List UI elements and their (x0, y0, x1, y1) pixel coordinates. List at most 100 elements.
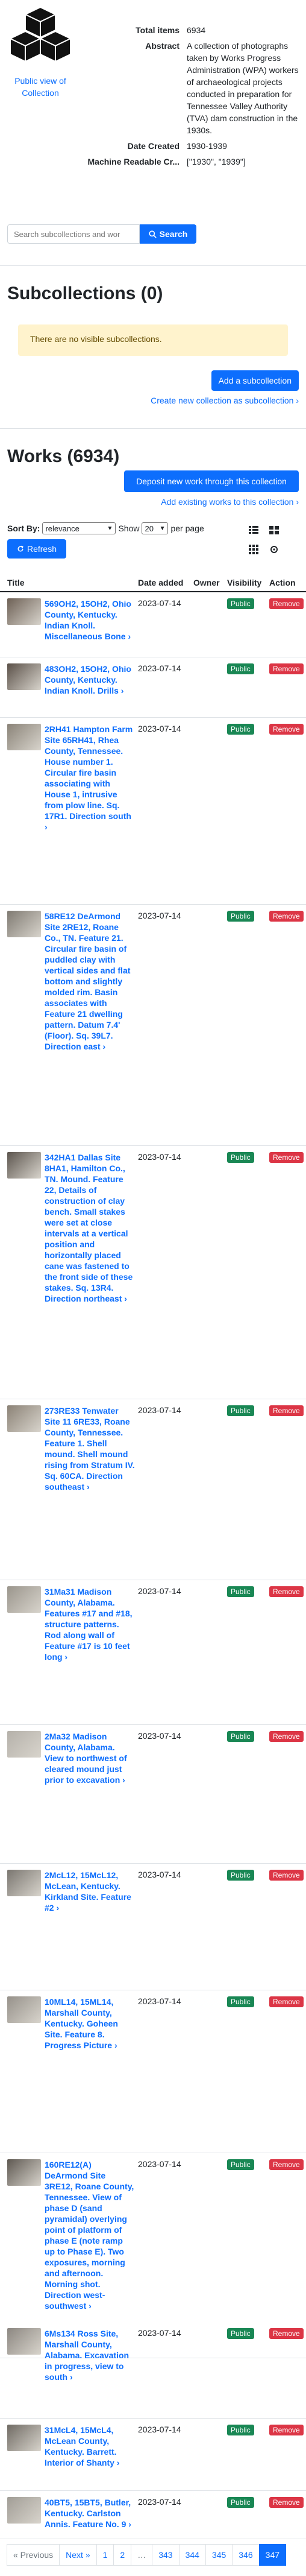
row-title-cell: 483OH2, 15OH2, Ohio County, Kentucky. In… (0, 657, 136, 717)
remove-button[interactable]: Remove (269, 2425, 304, 2435)
remove-button[interactable]: Remove (269, 1405, 304, 1416)
remove-button[interactable]: Remove (269, 1731, 304, 1742)
remove-button[interactable]: Remove (269, 663, 304, 674)
thumbnail-image[interactable] (7, 724, 41, 750)
remove-button[interactable]: Remove (269, 598, 304, 609)
action-cell: Remove (267, 2491, 306, 2539)
collection-metadata: Total items 6934 Abstract A collection o… (78, 24, 301, 171)
thumbnail-image[interactable] (7, 2159, 41, 2186)
action-cell: Remove (267, 2322, 306, 2418)
page-link[interactable]: 2 (113, 2544, 132, 2566)
table-row: 31Ma31 Madison County, Alabama. Features… (0, 1580, 306, 1725)
owner-cell (191, 1399, 225, 1580)
add-subcollection-button[interactable]: Add a subcollection (211, 370, 299, 391)
action-cell: Remove (267, 657, 306, 717)
work-title-link[interactable]: 273RE33 Tenwater Site 11 6RE33, Roane Co… (45, 1405, 135, 1580)
gallery-view-toggle[interactable] (265, 522, 283, 538)
table-row: 2RH41 Hampton Farm Site 65RH41, Rhea Cou… (0, 718, 306, 905)
add-existing-works-link[interactable]: Add existing works to this collection › (161, 497, 299, 507)
work-title-link[interactable]: 58RE12 DeArmond Site 2RE12, Roane Co., T… (45, 911, 135, 1145)
next-page-link[interactable]: Next » (59, 2544, 97, 2566)
public-view-link[interactable]: Public view of Collection (7, 75, 73, 99)
settings-toggle[interactable] (265, 542, 283, 557)
status-badge: Public (227, 1586, 254, 1597)
thumbnail-image[interactable] (7, 1586, 41, 1613)
work-title-link[interactable]: 6Ms134 Ross Site, Marshall County, Alaba… (45, 2328, 135, 2418)
date-added: 2023-07-14 (138, 1405, 181, 1415)
refresh-button[interactable]: Refresh (7, 539, 66, 559)
row-title-cell: 58RE12 DeArmond Site 2RE12, Roane Co., T… (0, 905, 136, 1145)
remove-button[interactable]: Remove (269, 2159, 304, 2170)
thumbnail-image[interactable] (7, 663, 41, 690)
remove-button[interactable]: Remove (269, 1586, 304, 1597)
page-link[interactable]: 346 (232, 2544, 260, 2566)
list-view-toggle[interactable] (245, 522, 263, 538)
date-added: 2023-07-14 (138, 2425, 181, 2434)
column-title[interactable]: Title (0, 578, 136, 587)
thumbnail-image[interactable] (7, 1405, 41, 1432)
search-icon (149, 230, 157, 238)
thumbnail-image[interactable] (7, 1996, 41, 2023)
remove-button[interactable]: Remove (269, 1870, 304, 1881)
visibility-cell: Public (225, 2419, 267, 2490)
per-page-select[interactable]: 20 ▼ (142, 522, 169, 534)
subcollections-heading: Subcollections (0) (7, 283, 163, 303)
status-badge: Public (227, 2425, 254, 2435)
table-row: 569OH2, 15OH2, Ohio County, Kentucky. In… (0, 592, 306, 657)
work-title-link[interactable]: 31Ma31 Madison County, Alabama. Features… (45, 1586, 135, 1724)
table-row: 6Ms134 Ross Site, Marshall County, Alaba… (0, 2322, 306, 2419)
previous-page-link[interactable]: « Previous (7, 2544, 60, 2566)
meta-abstract: Abstract A collection of photographs tak… (145, 41, 299, 135)
page-link[interactable]: 345 (205, 2544, 233, 2566)
grid-view-toggle[interactable] (245, 542, 263, 557)
page-link[interactable]: 344 (178, 2544, 206, 2566)
thumbnail-image[interactable] (7, 911, 41, 937)
create-subcollection-link[interactable]: Create new collection as subcollection › (151, 396, 299, 405)
thumbnail-image[interactable] (7, 1152, 41, 1179)
search-input[interactable] (7, 224, 140, 244)
remove-button[interactable]: Remove (269, 2328, 304, 2339)
work-title-link[interactable]: 2McL12, 15McL12, McLean, Kentucky. Kirkl… (45, 1870, 135, 1990)
owner-cell (191, 592, 225, 657)
owner-cell (191, 1146, 225, 1399)
remove-button[interactable]: Remove (269, 2497, 304, 2508)
visibility-cell: Public (225, 1864, 267, 1990)
sort-select[interactable]: relevance ▼ (42, 522, 116, 534)
work-title-link[interactable]: 342HA1 Dallas Site 8HA1, Hamilton Co., T… (45, 1152, 135, 1399)
work-title-link[interactable]: 2Ma32 Madison County, Alabama. View to n… (45, 1731, 135, 1863)
work-title-link[interactable]: 10ML14, 15ML14, Marshall County, Kentuck… (45, 1996, 135, 2153)
remove-button[interactable]: Remove (269, 724, 304, 735)
status-badge: Public (227, 1996, 254, 2007)
table-row: 40BT5, 15BT5, Butler, Kentucky. Carlston… (0, 2491, 306, 2539)
deposit-work-button[interactable]: Deposit new work through this collection (124, 470, 299, 492)
column-date-added[interactable]: Date added (136, 578, 191, 587)
thumbnail-image[interactable] (7, 1870, 41, 1896)
action-cell: Remove (267, 718, 306, 904)
status-badge: Public (227, 911, 254, 922)
row-title-cell: 569OH2, 15OH2, Ohio County, Kentucky. In… (0, 592, 136, 657)
work-title-link[interactable]: 40BT5, 15BT5, Butler, Kentucky. Carlston… (45, 2497, 135, 2539)
thumbnail-image[interactable] (7, 2425, 41, 2451)
row-title-cell: 2McL12, 15McL12, McLean, Kentucky. Kirkl… (0, 1864, 136, 1990)
search-button[interactable]: Search (140, 224, 196, 244)
work-title-link[interactable]: 31McL4, 15McL4, McLean County, Kentucky.… (45, 2425, 135, 2490)
work-title-link[interactable]: 569OH2, 15OH2, Ohio County, Kentucky. In… (45, 598, 135, 657)
page-link-active[interactable]: 347 (258, 2544, 287, 2566)
thumbnail-image[interactable] (7, 2328, 41, 2355)
table-row: 483OH2, 15OH2, Ohio County, Kentucky. In… (0, 657, 306, 718)
thumbnail-image[interactable] (7, 2497, 41, 2524)
page-gap: … (131, 2544, 153, 2566)
date-added: 2023-07-14 (138, 1870, 181, 1879)
remove-button[interactable]: Remove (269, 911, 304, 922)
remove-button[interactable]: Remove (269, 1996, 304, 2007)
thumbnail-image[interactable] (7, 1731, 41, 1758)
remove-button[interactable]: Remove (269, 1152, 304, 1163)
visibility-cell: Public (225, 1399, 267, 1580)
row-title-cell: 2RH41 Hampton Farm Site 65RH41, Rhea Cou… (0, 718, 136, 904)
page-link[interactable]: 343 (152, 2544, 180, 2566)
page-link[interactable]: 1 (96, 2544, 114, 2566)
work-title-link[interactable]: 483OH2, 15OH2, Ohio County, Kentucky. In… (45, 663, 135, 717)
thumbnail-image[interactable] (7, 598, 41, 625)
owner-cell (191, 905, 225, 1145)
work-title-link[interactable]: 2RH41 Hampton Farm Site 65RH41, Rhea Cou… (45, 724, 135, 904)
